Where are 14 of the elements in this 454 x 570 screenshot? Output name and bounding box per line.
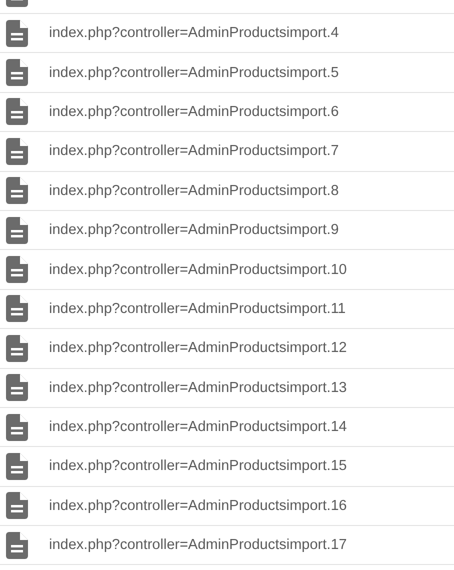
file-link[interactable]: index.php?controller=AdminProductsimport.8	[49, 182, 339, 199]
file-link[interactable]: index.php?controller=AdminProductsimport.12	[49, 340, 347, 356]
file-link[interactable]: index.php?controller=AdminProductsimport.5	[49, 64, 339, 81]
file-link[interactable]: index.php?controller=AdminProductsimport.14	[49, 419, 347, 436]
file-link[interactable]: index.php?controller=AdminProductsimport.7	[49, 143, 339, 160]
file-link[interactable]: index.php?controller=AdminProductsimport.15	[49, 458, 347, 474]
file-link[interactable]: index.php?controller=AdminProductsimport.6	[49, 104, 339, 120]
file-link[interactable]: index.php?controller=AdminProductsimport.10	[49, 262, 347, 278]
file-link[interactable]: index.php?controller=AdminProductsimport.13	[49, 380, 347, 396]
file-link[interactable]: index.php?controller=AdminProductsimport.4	[49, 25, 339, 42]
file-link[interactable]: index.php?controller=AdminProductsimport.17	[49, 537, 347, 554]
file-link[interactable]: index.php?controller=AdminProductsimport.9	[49, 222, 339, 238]
file-link[interactable]: index.php?controller=AdminProductsimport.11	[49, 300, 346, 317]
file-link[interactable]: index.php?controller=AdminProductsimport.16	[49, 498, 347, 514]
